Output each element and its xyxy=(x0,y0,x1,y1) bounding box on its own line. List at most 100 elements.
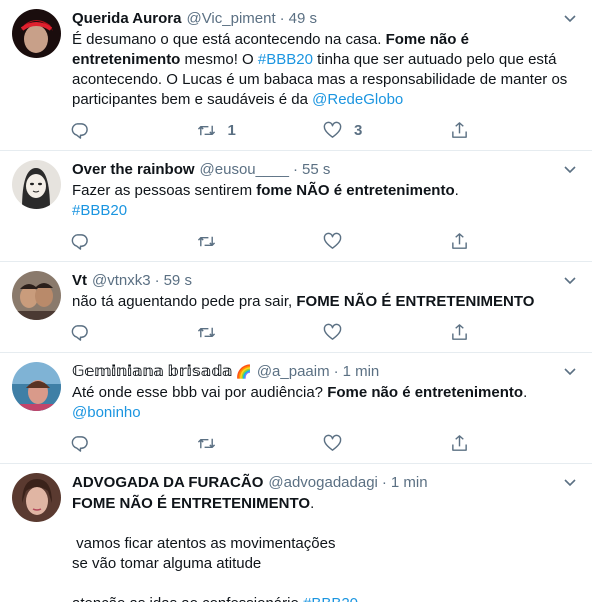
avatar[interactable] xyxy=(12,160,61,209)
display-name[interactable]: Querida Aurora xyxy=(72,9,181,29)
text-span: Até onde esse bbb vai por audiência? xyxy=(72,384,328,401)
bold-text: fome NÃO é entretenimento xyxy=(256,182,455,199)
share-icon xyxy=(451,434,467,451)
reply-icon xyxy=(71,233,88,250)
text-span: É desumano o que está acontecendo na cas… xyxy=(72,31,386,48)
tweet-actions: 1 3 xyxy=(70,110,576,150)
timestamp[interactable]: 55 s xyxy=(302,160,330,180)
tweet-actions xyxy=(70,312,576,352)
separator-dot: · xyxy=(293,161,298,178)
chevron-down-icon[interactable] xyxy=(562,161,578,177)
tweet-header: Over the rainbow @eusou____ · 55 s xyxy=(72,160,576,180)
tweet[interactable]: Vt @vtnxk3 · 59 s não tá aguentando pede… xyxy=(0,262,592,353)
timestamp[interactable]: 1 min xyxy=(391,473,428,493)
retweet-button[interactable] xyxy=(197,323,324,342)
retweet-icon xyxy=(197,438,215,448)
chevron-down-icon[interactable] xyxy=(562,474,578,490)
heart-icon xyxy=(323,121,342,138)
heart-icon xyxy=(323,232,342,249)
retweet-button[interactable]: 1 xyxy=(197,121,324,140)
user-handle[interactable]: @a_paaim xyxy=(257,362,330,382)
tweet-actions xyxy=(70,221,576,261)
share-button[interactable] xyxy=(450,323,577,342)
share-button[interactable] xyxy=(450,232,577,251)
reply-button[interactable] xyxy=(70,434,197,453)
retweet-icon xyxy=(197,125,215,135)
tweet[interactable]: 𝔾𝕖𝕞𝕚𝕟𝕚𝕒𝕟𝕒 𝕓𝕣𝕚𝕤𝕒𝕕𝕒 🌈 @a_paaim · 1 min Até… xyxy=(0,353,592,464)
mention-link[interactable]: @RedeGlobo xyxy=(312,91,403,108)
avatar[interactable] xyxy=(12,362,61,411)
like-button[interactable] xyxy=(323,434,450,453)
display-name[interactable]: Vt xyxy=(72,271,87,291)
timestamp[interactable]: 1 min xyxy=(343,362,380,382)
text-span: Fazer as pessoas sentirem xyxy=(72,182,257,199)
reply-icon xyxy=(71,324,88,341)
like-button[interactable] xyxy=(323,232,450,251)
hashtag-link[interactable]: #BBB20 xyxy=(258,51,313,68)
avatar[interactable] xyxy=(12,9,61,58)
share-icon xyxy=(451,232,467,249)
tweet-text: FOME NÃO É ENTRETENIMENTO. vamos ficar a… xyxy=(72,494,576,602)
bold-text: FOME NÃO É ENTRETENIMENTO xyxy=(296,293,535,310)
share-button[interactable] xyxy=(450,121,577,140)
avatar[interactable] xyxy=(12,473,61,522)
tweet-header: Querida Aurora @Vic_piment · 49 s xyxy=(72,9,576,29)
chevron-down-icon[interactable] xyxy=(562,272,578,288)
share-icon xyxy=(451,323,467,340)
like-count: 3 xyxy=(354,121,363,139)
user-handle[interactable]: @eusou____ xyxy=(200,160,289,180)
reply-button[interactable] xyxy=(70,323,197,342)
bold-text: Fome não é entretenimento xyxy=(327,384,524,401)
separator-dot: · xyxy=(154,272,160,289)
heart-icon xyxy=(323,323,342,340)
user-handle[interactable]: @Vic_piment xyxy=(186,9,275,29)
display-name[interactable]: ADVOGADA DA FURACÃO xyxy=(72,473,263,493)
tweet[interactable]: Over the rainbow @eusou____ · 55 s Fazer… xyxy=(0,151,592,262)
user-handle[interactable]: @vtnxk3 xyxy=(92,271,151,291)
rainbow-emoji: 🌈 xyxy=(235,364,252,379)
tweet[interactable]: ADVOGADA DA FURACÃO @advogadadagi · 1 mi… xyxy=(0,464,592,602)
avatar[interactable] xyxy=(12,271,61,320)
tweet-text: Fazer as pessoas sentirem fome NÃO é ent… xyxy=(72,181,576,221)
tweet-text: É desumano o que está acontecendo na cas… xyxy=(72,30,576,110)
bold-text: FOME NÃO É ENTRETENIMENTO xyxy=(72,495,311,512)
chevron-down-icon[interactable] xyxy=(562,10,578,26)
display-name[interactable]: 𝔾𝕖𝕞𝕚𝕟𝕚𝕒𝕟𝕒 𝕓𝕣𝕚𝕤𝕒𝕕𝕒 xyxy=(72,362,233,382)
tweet-header: 𝔾𝕖𝕞𝕚𝕟𝕚𝕒𝕟𝕒 𝕓𝕣𝕚𝕤𝕒𝕕𝕒 🌈 @a_paaim · 1 min xyxy=(72,362,576,382)
retweet-button[interactable] xyxy=(197,232,324,251)
chevron-down-icon[interactable] xyxy=(562,363,578,379)
share-icon xyxy=(451,121,467,138)
reply-button[interactable] xyxy=(70,121,197,140)
tweet-text: não tá aguentando pede pra sair, FOME NÃ… xyxy=(72,292,576,312)
user-handle[interactable]: @advogadadagi xyxy=(268,473,377,493)
separator-dot: · xyxy=(279,10,285,27)
hashtag-link[interactable]: #BBB20 xyxy=(72,202,127,219)
separator-dot: · xyxy=(381,474,387,491)
reply-icon xyxy=(71,435,88,452)
timestamp[interactable]: 59 s xyxy=(164,271,192,291)
tweet-header: ADVOGADA DA FURACÃO @advogadadagi · 1 mi… xyxy=(72,473,576,493)
tweet[interactable]: Querida Aurora @Vic_piment · 49 s É desu… xyxy=(0,0,592,151)
share-button[interactable] xyxy=(450,434,577,453)
retweet-button[interactable] xyxy=(197,434,324,453)
retweet-icon xyxy=(197,327,215,337)
reply-button[interactable] xyxy=(70,232,197,251)
text-span: . xyxy=(454,182,459,199)
tweet-actions xyxy=(70,423,576,463)
separator-dot: · xyxy=(333,363,339,380)
mention-link[interactable]: @boninho xyxy=(72,404,141,421)
like-button[interactable]: 3 xyxy=(323,121,450,140)
hashtag-link[interactable]: #BBB20 xyxy=(303,595,358,602)
heart-icon xyxy=(323,434,342,451)
tweet-text: Até onde esse bbb vai por audiência? Fom… xyxy=(72,383,576,423)
text-span: mesmo! O xyxy=(180,51,258,68)
retweet-icon xyxy=(197,236,215,246)
tweet-feed: Querida Aurora @Vic_piment · 49 s É desu… xyxy=(0,0,592,602)
timestamp[interactable]: 49 s xyxy=(289,9,317,29)
tweet-header: Vt @vtnxk3 · 59 s xyxy=(72,271,576,291)
like-button[interactable] xyxy=(323,323,450,342)
display-name[interactable]: Over the rainbow xyxy=(72,160,195,180)
reply-icon xyxy=(71,122,88,139)
text-span: não tá aguentando pede pra sair, xyxy=(72,293,297,310)
text-span: . xyxy=(523,384,528,401)
